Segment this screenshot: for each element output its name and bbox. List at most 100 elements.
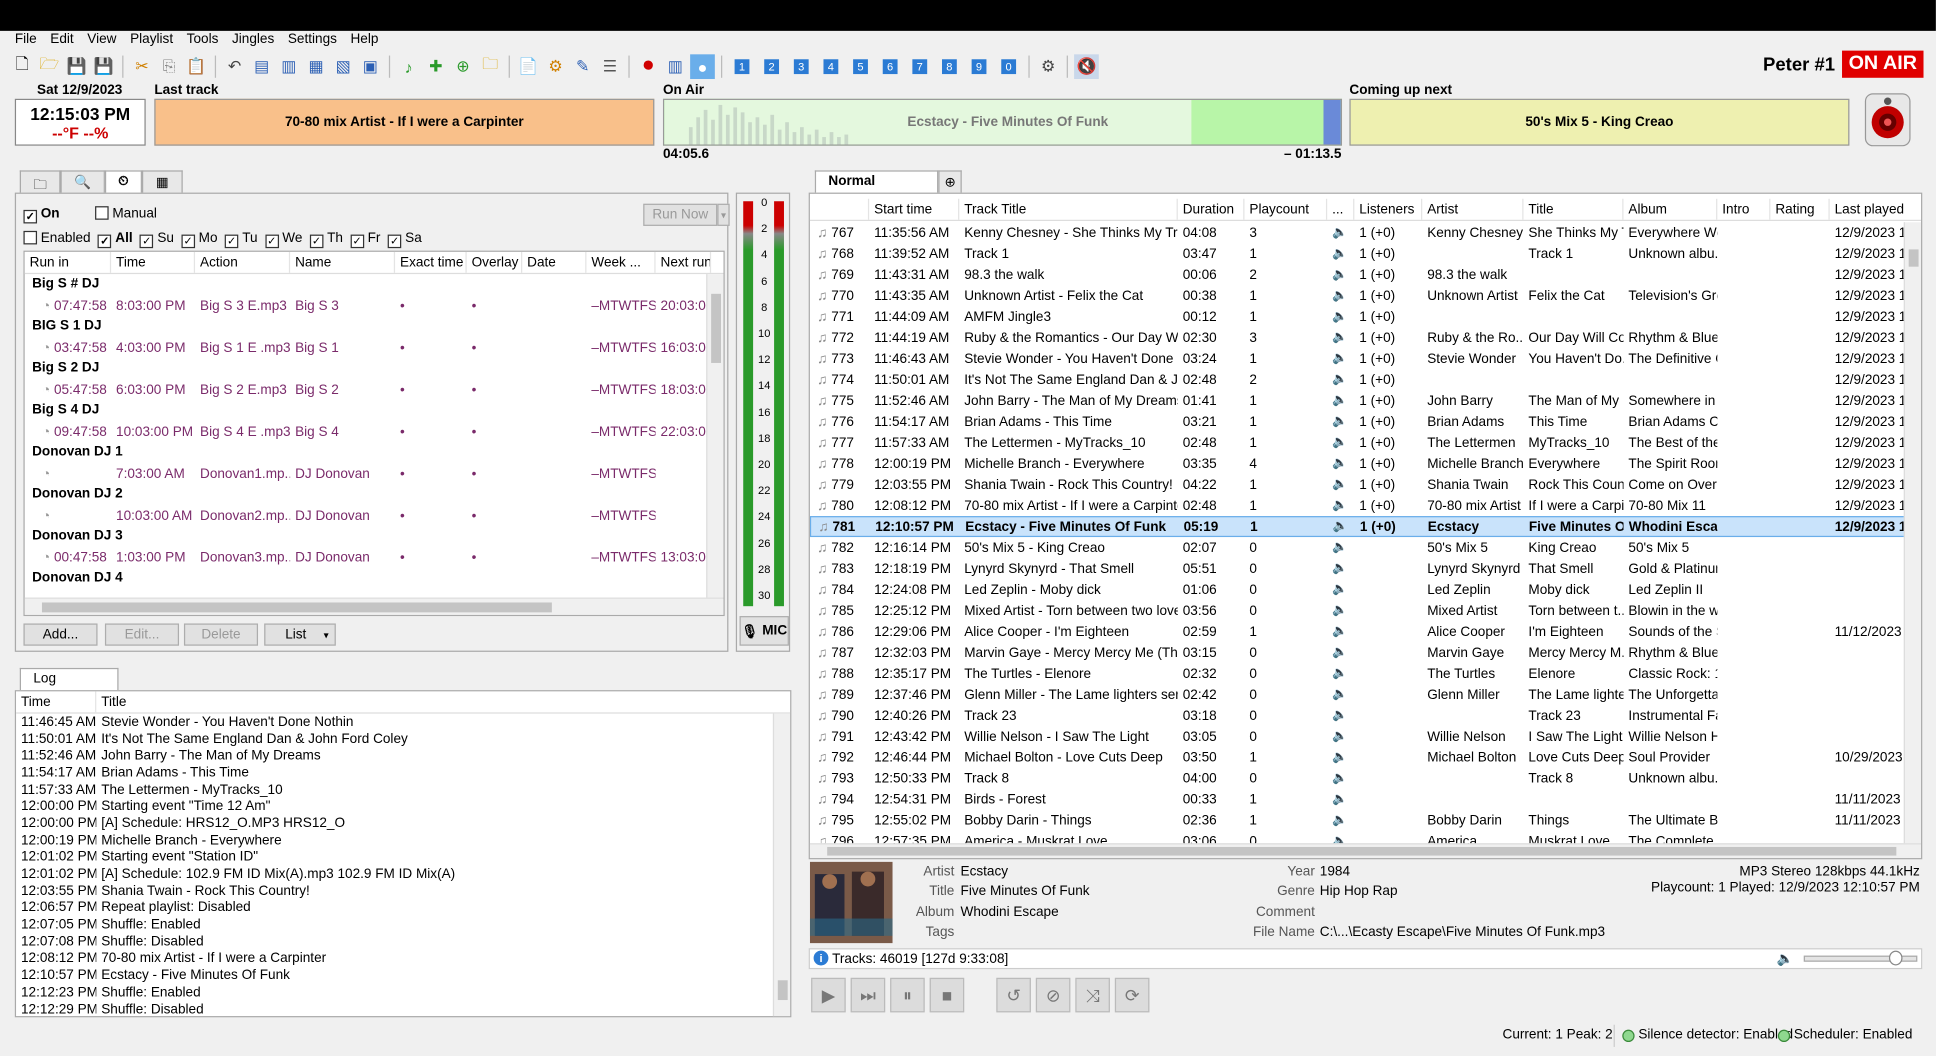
col-title[interactable]: Title: [1523, 198, 1624, 220]
col-number[interactable]: [810, 198, 870, 220]
stats-icon[interactable]: ▥: [663, 54, 688, 79]
log-row[interactable]: 12:07:08 PM Shuffle: Disabled: [16, 933, 774, 950]
preset-6-button[interactable]: 6: [882, 59, 898, 75]
playlist-row[interactable]: ♫ 768 11:39:52 AM Track 1 03:47 1 🔈 1 (+0) Trac…: [810, 243, 1905, 264]
schedule-row[interactable]: ◔ 03:47:58 4:03:00 PM Big S 1 E .mp3 ... Bi…: [25, 337, 724, 358]
mic-button[interactable]: 🎙 MIC: [739, 616, 789, 646]
playlist-row[interactable]: ♫ 787 12:32:03 PM Marvin Gaye - Mercy Merc…: [810, 642, 1905, 663]
filter-all[interactable]: ✓ All: [97, 231, 133, 249]
log-col-time[interactable]: Time: [16, 691, 97, 713]
playlist-row[interactable]: ♫ 791 12:43:42 PM Willie Nelson - I Saw Th…: [810, 726, 1905, 747]
playlist-row[interactable]: ♫ 773 11:46:43 AM Stevie Wonder - You Have…: [810, 348, 1905, 369]
filter-fr[interactable]: ✓ Fr: [350, 231, 380, 249]
preset-1-button[interactable]: 1: [734, 59, 750, 75]
log-row[interactable]: 12:00:19 PM Michelle Branch - Everywhere: [16, 832, 774, 849]
copy-icon[interactable]: ⎘: [157, 54, 182, 79]
playlist-row[interactable]: ♫ 782 12:16:14 PM 50's Mix 5 - King Creao 0…: [810, 537, 1905, 558]
scheduler-vscrollbar[interactable]: [706, 274, 724, 598]
playlist-row[interactable]: ♫ 775 11:52:46 AM John Barry - The Man of …: [810, 390, 1905, 411]
run-now-button[interactable]: Run Now: [643, 203, 718, 226]
menu-tools[interactable]: Tools: [181, 31, 226, 51]
preset-2-button[interactable]: 2: [764, 59, 780, 75]
col-week[interactable]: Week ...: [586, 251, 656, 273]
volume-slider-thumb[interactable]: [1889, 950, 1904, 966]
clipboard-icon[interactable]: 📄: [516, 54, 541, 79]
col-artist[interactable]: Artist: [1422, 198, 1524, 220]
layout-3-icon[interactable]: ▦: [304, 54, 329, 79]
mute-speaker-icon[interactable]: 🔇: [1074, 54, 1099, 80]
pause-button[interactable]: ⏸: [890, 977, 925, 1013]
preset-8-button[interactable]: 8: [941, 59, 957, 75]
scheduler-hscrollbar[interactable]: [24, 597, 724, 615]
col-intro[interactable]: Intro: [1717, 198, 1771, 220]
preset-4-button[interactable]: 4: [823, 59, 839, 75]
col-time[interactable]: Time: [111, 251, 196, 273]
col-exact-time[interactable]: Exact time: [395, 251, 467, 273]
col-date[interactable]: Date: [522, 251, 587, 273]
col-start-time[interactable]: Start time: [869, 198, 960, 220]
log-row[interactable]: 12:08:12 PM 70-80 mix Artist - If I were …: [16, 950, 774, 967]
menu-jingles[interactable]: Jingles: [226, 31, 282, 51]
col-duration[interactable]: Duration: [1178, 198, 1245, 220]
scrollbar-thumb[interactable]: [1908, 249, 1919, 267]
playlist-row[interactable]: ♫ 776 11:54:17 AM Brian Adams - This Time 0…: [810, 411, 1905, 432]
open-folder-icon[interactable]: 🗁: [37, 54, 62, 79]
cut-icon[interactable]: ✂: [130, 54, 155, 79]
add-button[interactable]: Add...: [23, 623, 98, 646]
playlist-row[interactable]: ♫ 772 11:44:19 AM Ruby & the Romantics - O…: [810, 327, 1905, 348]
playlist-row[interactable]: ♫ 788 12:35:17 PM The Turtles - Elenore 02:…: [810, 663, 1905, 684]
col-track-title[interactable]: Track Title: [959, 198, 1178, 220]
log-row[interactable]: 12:00:00 PM [A] Schedule: HRS12_O.MP3 HRS…: [16, 815, 774, 832]
block-button[interactable]: ⊘: [1035, 977, 1071, 1013]
schedule-group-header[interactable]: Donovan DJ 4: [25, 568, 724, 589]
playlist-row[interactable]: ♫ 778 12:00:19 PM Michelle Branch - Everyw…: [810, 453, 1905, 474]
save-as-icon[interactable]: 💾: [91, 54, 116, 79]
playlist-vscrollbar[interactable]: [1903, 222, 1922, 846]
edit-button[interactable]: Edit...: [104, 623, 180, 646]
add-tab-icon[interactable]: ⊕: [938, 170, 963, 193]
tab-normal[interactable]: Normal: [814, 170, 939, 193]
schedule-row[interactable]: ◔ 09:47:58 10:03:00 PM Big S 4 E .mp3 ... B…: [25, 421, 724, 442]
col-last-played[interactable]: Last played: [1830, 199, 1904, 220]
playlist-row[interactable]: ♫ 784 12:24:08 PM Led Zeplin - Moby dick 01…: [810, 579, 1905, 600]
playlist-row[interactable]: ♫ 785 12:25:12 PM Mixed Artist - Torn betw…: [810, 600, 1905, 621]
scheduler-on-checkbox[interactable]: ✓ On: [23, 206, 60, 224]
tab-log[interactable]: Log: [19, 667, 119, 691]
scrollbar-thumb[interactable]: [827, 846, 1897, 856]
preset-7-button[interactable]: 7: [912, 59, 928, 75]
preset-3-button[interactable]: 3: [793, 59, 809, 75]
playlist-row[interactable]: ♫ 780 12:08:12 PM 70-80 mix Artist - If I …: [810, 495, 1905, 516]
playlist-row[interactable]: ♫ 774 11:50:01 AM It's Not The Same Englan…: [810, 369, 1905, 390]
add-stream-icon[interactable]: ⊕: [451, 54, 476, 79]
col-more[interactable]: ...: [1327, 198, 1355, 220]
preset-5-button[interactable]: 5: [853, 59, 868, 75]
playlist-row[interactable]: ♫ 790 12:40:26 PM Track 23 03:18 0 🔈 Track 23 I…: [810, 705, 1905, 726]
log-row[interactable]: 12:07:05 PM Shuffle: Enabled: [16, 916, 774, 933]
filter-su[interactable]: ✓ Su: [140, 231, 174, 249]
tab-mixer[interactable]: ▦: [142, 170, 183, 193]
filter-enabled[interactable]: Enabled: [23, 230, 91, 248]
on-air-panel[interactable]: Ecstacy - Five Minutes Of Funk: [662, 98, 1343, 146]
playlist-row[interactable]: ♫ 794 12:54:31 PM Birds - Forest 00:33 1 🔈 11/…: [810, 789, 1905, 810]
playlist-row[interactable]: ♫ 786 12:29:06 PM Alice Cooper - I'm Eight…: [810, 621, 1905, 642]
stop-button[interactable]: ■: [929, 977, 965, 1013]
schedule-row[interactable]: ◔ 00:47:58 1:03:00 PM Donovan3.mp... DJ Don…: [25, 547, 724, 568]
playlist-row[interactable]: ♫ 792 12:46:44 PM Michael Bolton - Love Cu…: [810, 747, 1905, 768]
schedule-row[interactable]: ◔ 05:47:58 6:03:00 PM Big S 2 E.mp3 (... Bi…: [25, 379, 724, 400]
log-row[interactable]: 11:52:46 AM John Barry - The Man of My Dr…: [16, 747, 774, 764]
tab-files[interactable]: 🗀: [19, 170, 61, 193]
repeat-button[interactable]: ↺: [996, 977, 1031, 1013]
last-track-panel[interactable]: 70-80 mix Artist - If I were a Carpinter: [154, 98, 655, 146]
menu-settings[interactable]: Settings: [282, 31, 345, 51]
playlist-row[interactable]: ♫ 793 12:50:33 PM Track 8 04:00 0 🔈 Track 8 Unk…: [810, 768, 1905, 789]
log-col-title[interactable]: Title: [96, 691, 763, 712]
next-track-button[interactable]: ⏭: [850, 977, 886, 1013]
layout-4-icon[interactable]: ▧: [331, 54, 356, 79]
col-listeners[interactable]: Listeners: [1354, 198, 1423, 220]
preset-0-button[interactable]: 0: [1001, 59, 1017, 75]
preset-9-button[interactable]: 9: [971, 59, 987, 75]
log-row[interactable]: 12:12:23 PM Shuffle: Enabled: [16, 984, 774, 1001]
list-button[interactable]: List ▾: [264, 623, 336, 646]
log-row[interactable]: 11:57:33 AM The Lettermen - MyTracks_10: [16, 781, 774, 798]
tab-scheduler[interactable]: ⏲: [104, 170, 143, 193]
